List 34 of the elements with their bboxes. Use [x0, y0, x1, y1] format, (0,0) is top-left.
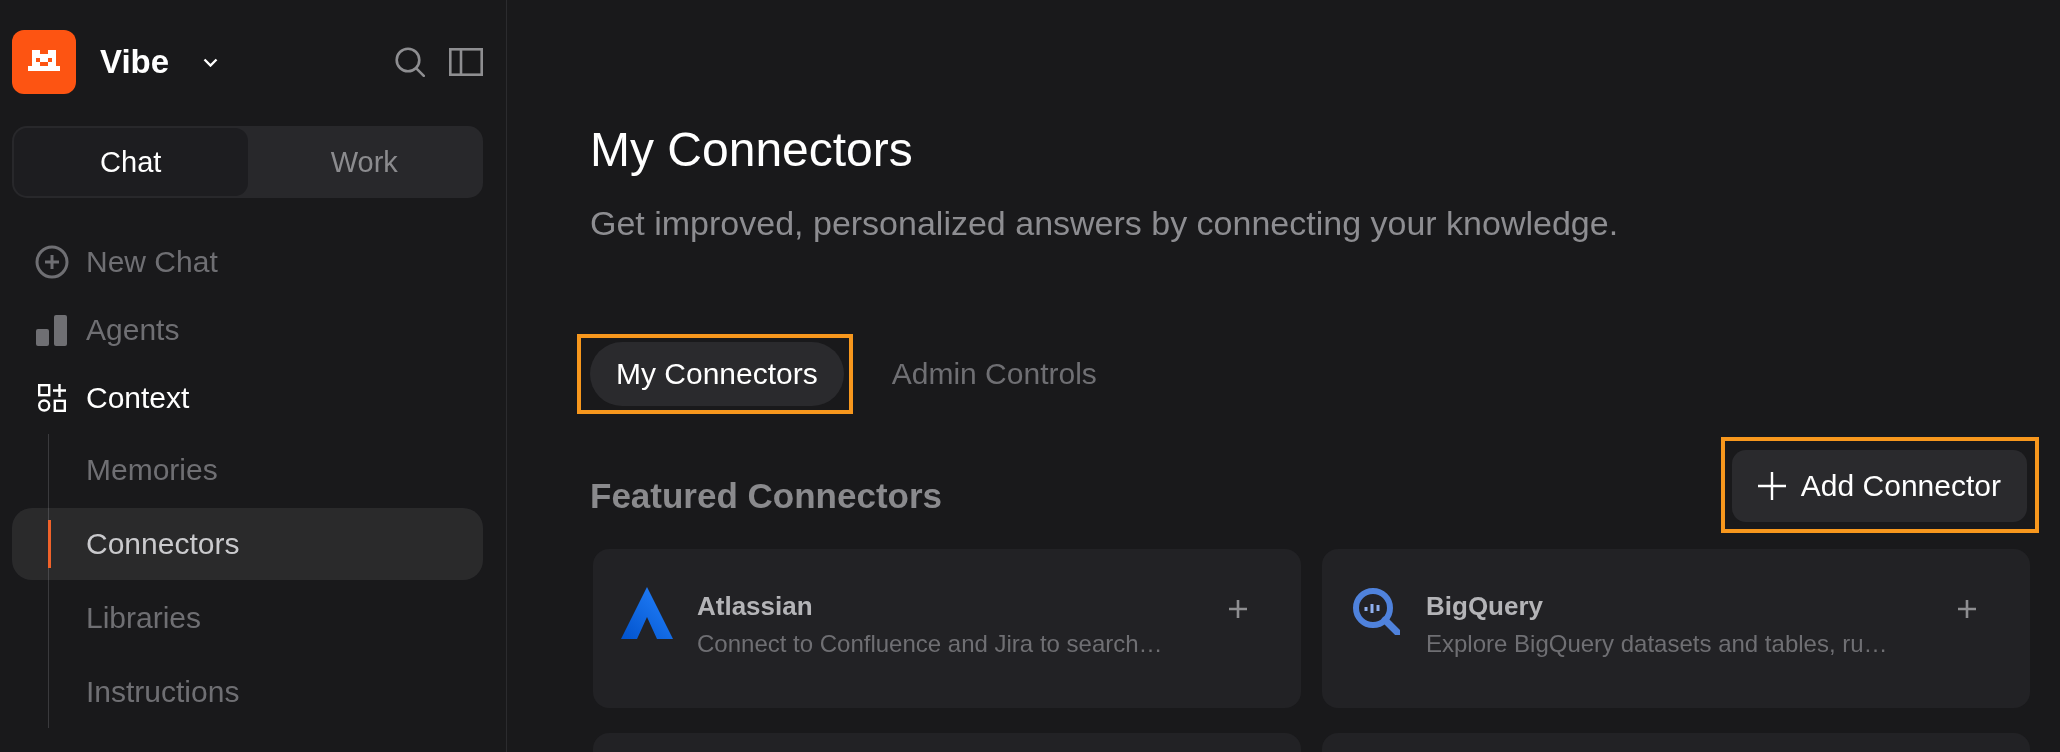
shapes-icon — [38, 384, 66, 412]
connector-description: Connect to Confluence and Jira to search… — [697, 629, 1163, 659]
search-icon[interactable] — [395, 47, 425, 77]
workspace-name: Vibe — [100, 42, 170, 82]
plus-icon[interactable] — [1958, 600, 1976, 618]
plus-circle-icon — [35, 245, 69, 279]
plus-icon — [1757, 472, 1786, 500]
sidebar-item[interactable]: Libraries — [12, 582, 483, 654]
sidebar-item[interactable]: New Chat — [12, 228, 483, 296]
mode-tab[interactable]: Work — [247, 128, 481, 196]
page-subtitle: Get improved, personalized answers by connecting your knowledge. — [590, 203, 1619, 243]
add-connector-button[interactable]: Add Connector — [1731, 450, 2027, 522]
mode-tab[interactable]: Chat — [14, 128, 248, 196]
connector-card[interactable]: Atlassian Connect to Confluence and Jira to search… — [593, 549, 1301, 708]
sidebar-item[interactable]: Instructions — [12, 656, 483, 728]
triangle-icon — [621, 587, 673, 639]
logo-icon — [12, 30, 76, 94]
connector-card[interactable]: BigQuery Explore BigQuery datasets and tables, ru… — [1322, 549, 2030, 708]
connector-name: BigQuery — [1426, 590, 1544, 623]
tab[interactable]: My Connectors — [590, 342, 844, 406]
section-title: Featured Connectors — [590, 476, 942, 516]
chevron-down-icon[interactable] — [203, 57, 219, 67]
magnifier-icon — [1352, 587, 1400, 635]
panel-icon[interactable] — [449, 48, 483, 76]
tab[interactable]: Admin Controls — [865, 342, 1123, 406]
bars-icon — [35, 313, 69, 347]
connector-description: Explore BigQuery datasets and tables, ru… — [1426, 629, 1888, 659]
sidebar-item[interactable]: Connectors — [12, 508, 483, 580]
connector-name: Atlassian — [697, 590, 813, 623]
plus-icon[interactable] — [1229, 600, 1247, 618]
page-title: My Connectors — [590, 122, 913, 178]
sidebar-item[interactable]: Agents — [12, 296, 483, 364]
sidebar-item[interactable]: Context — [12, 364, 483, 432]
sidebar-item[interactable]: Memories — [12, 434, 483, 506]
